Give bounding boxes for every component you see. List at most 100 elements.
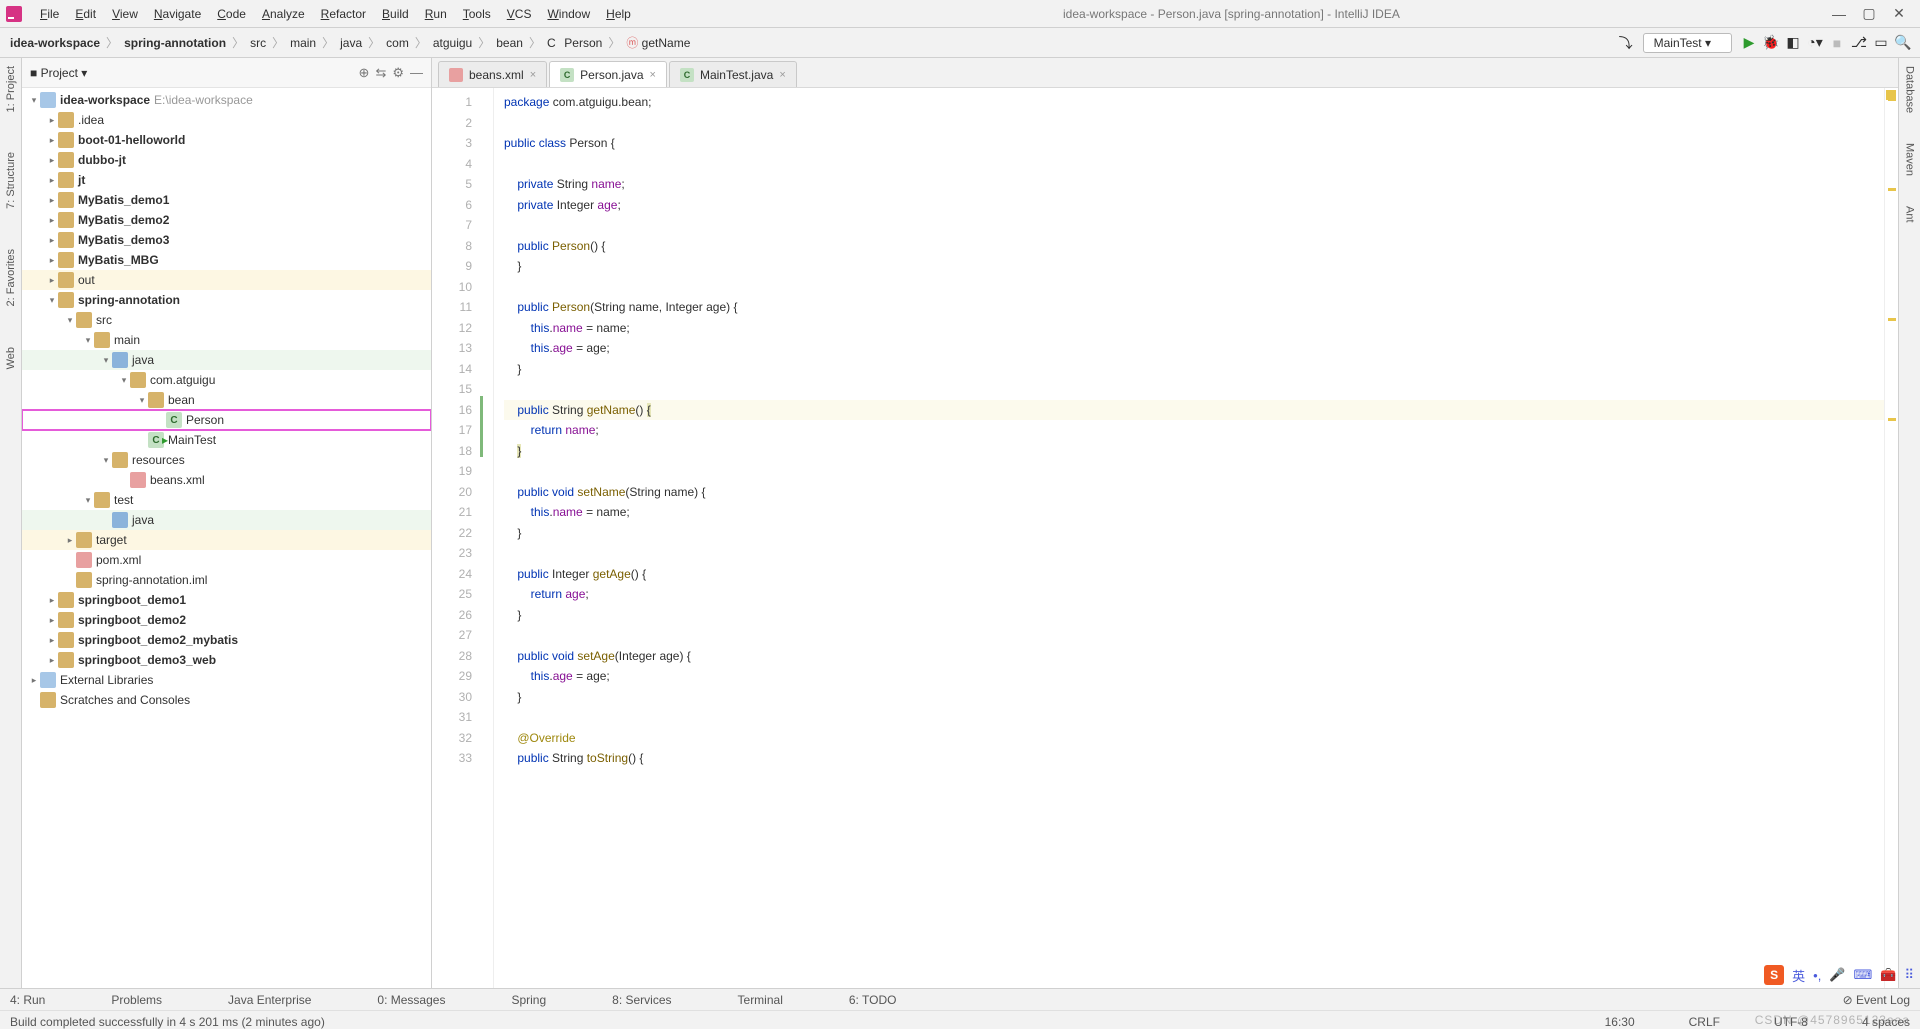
- close-icon[interactable]: ×: [779, 69, 785, 81]
- tab-beans-xml[interactable]: beans.xml×: [438, 61, 547, 87]
- breadcrumb-src[interactable]: src: [246, 36, 270, 50]
- tree-item-springboot_demo1[interactable]: ▸ springboot_demo1: [22, 590, 431, 610]
- toolwin-8services[interactable]: 8: Services: [612, 993, 671, 1007]
- coverage-button[interactable]: ◧: [1782, 34, 1804, 51]
- tree-root[interactable]: ▾ idea-workspaceE:\idea-workspace: [22, 90, 431, 110]
- tool-maven[interactable]: Maven: [1904, 143, 1916, 176]
- menu-file[interactable]: File: [32, 5, 67, 23]
- tree-item-out[interactable]: ▸ out: [22, 270, 431, 290]
- tree-item-beans-xml[interactable]: beans.xml: [22, 470, 431, 490]
- error-stripe[interactable]: [1884, 88, 1898, 988]
- ime-voice-icon[interactable]: 🎤: [1829, 967, 1845, 983]
- tool-ant[interactable]: Ant: [1904, 206, 1916, 223]
- code-editor[interactable]: 1234567891011121314151617181920212223242…: [432, 88, 1898, 988]
- tree-item-java[interactable]: java: [22, 510, 431, 530]
- project-view-selector[interactable]: ■ Project ▾: [30, 66, 87, 80]
- status-4spaces[interactable]: 4 spaces: [1862, 1015, 1910, 1029]
- menu-analyze[interactable]: Analyze: [254, 5, 313, 23]
- tool-database[interactable]: Database: [1904, 66, 1916, 113]
- ime-grid-icon[interactable]: ⠿: [1904, 967, 1914, 983]
- ime-keyboard-icon[interactable]: ⌨: [1854, 967, 1873, 983]
- toolwin-6todo[interactable]: 6: TODO: [849, 993, 897, 1007]
- close-icon[interactable]: ×: [530, 69, 536, 81]
- maximize-button[interactable]: ▢: [1854, 5, 1884, 22]
- menu-build[interactable]: Build: [374, 5, 417, 23]
- layout-icon[interactable]: ▭: [1870, 34, 1892, 51]
- menu-edit[interactable]: Edit: [67, 5, 104, 23]
- menu-vcs[interactable]: VCS: [499, 5, 540, 23]
- tree-item--idea[interactable]: ▸ .idea: [22, 110, 431, 130]
- toolwin-spring[interactable]: Spring: [511, 993, 546, 1007]
- ime-lang[interactable]: 英: [1792, 966, 1805, 985]
- tree-item-pom-xml[interactable]: pom.xml: [22, 550, 431, 570]
- tree-item-bean[interactable]: ▾ bean: [22, 390, 431, 410]
- tree-item-springboot_demo3_web[interactable]: ▸ springboot_demo3_web: [22, 650, 431, 670]
- tree-item-dubbo-jt[interactable]: ▸ dubbo-jt: [22, 150, 431, 170]
- tree-item-springboot_demo2_mybatis[interactable]: ▸ springboot_demo2_mybatis: [22, 630, 431, 650]
- tree-item-Person[interactable]: C Person: [22, 410, 431, 430]
- menu-window[interactable]: Window: [539, 5, 598, 23]
- tree-scratches[interactable]: Scratches and Consoles: [22, 690, 431, 710]
- tree-item-resources[interactable]: ▾ resources: [22, 450, 431, 470]
- toolwin-4run[interactable]: 4: Run: [10, 993, 45, 1007]
- run-button[interactable]: ▶: [1738, 34, 1760, 51]
- tab-MainTest-java[interactable]: CMainTest.java×: [669, 61, 797, 87]
- menu-view[interactable]: View: [104, 5, 146, 23]
- toolwin-0messages[interactable]: 0: Messages: [377, 993, 445, 1007]
- debug-button[interactable]: 🐞: [1760, 34, 1782, 51]
- tree-item-spring-annotation[interactable]: ▾ spring-annotation: [22, 290, 431, 310]
- breadcrumb-java[interactable]: java: [336, 36, 366, 50]
- tree-item-spring-annotation-iml[interactable]: spring-annotation.iml: [22, 570, 431, 590]
- status-UTF-8[interactable]: UTF-8: [1774, 1015, 1808, 1029]
- tree-item-MainTest[interactable]: C▸ MainTest: [22, 430, 431, 450]
- tree-item-MyBatis_MBG[interactable]: ▸ MyBatis_MBG: [22, 250, 431, 270]
- tree-item-java[interactable]: ▾ java: [22, 350, 431, 370]
- tool-2favorites[interactable]: 2: Favorites: [5, 249, 17, 306]
- breadcrumb-main[interactable]: main: [286, 36, 320, 50]
- project-tree[interactable]: ▾ idea-workspaceE:\idea-workspace ▸ .ide…: [22, 88, 431, 988]
- code-content[interactable]: package com.atguigu.bean;public class Pe…: [494, 88, 1884, 988]
- tree-item-test[interactable]: ▾ test: [22, 490, 431, 510]
- locate-icon[interactable]: ⊕: [359, 65, 370, 81]
- ime-toolbar[interactable]: S 英 •, 🎤 ⌨ 🧰 ⠿: [1764, 963, 1914, 987]
- tree-item-boot-01-helloworld[interactable]: ▸ boot-01-helloworld: [22, 130, 431, 150]
- ime-logo-icon[interactable]: S: [1764, 965, 1784, 985]
- status-1630[interactable]: 16:30: [1605, 1015, 1635, 1029]
- tree-external-libs[interactable]: ▸External Libraries: [22, 670, 431, 690]
- build-icon[interactable]: ⤵: [1615, 33, 1637, 53]
- tree-item-MyBatis_demo3[interactable]: ▸ MyBatis_demo3: [22, 230, 431, 250]
- breadcrumb-idea-workspace[interactable]: idea-workspace: [6, 36, 104, 50]
- tree-item-MyBatis_demo2[interactable]: ▸ MyBatis_demo2: [22, 210, 431, 230]
- minimize-button[interactable]: —: [1824, 6, 1854, 22]
- profile-button[interactable]: ◔▾: [1804, 34, 1826, 51]
- settings-icon[interactable]: ⚙: [392, 65, 404, 81]
- toolwin-problems[interactable]: Problems: [111, 993, 162, 1007]
- stop-button[interactable]: ■: [1826, 35, 1848, 51]
- menu-run[interactable]: Run: [417, 5, 455, 23]
- ime-toolbox-icon[interactable]: 🧰: [1880, 967, 1896, 983]
- breadcrumb-com[interactable]: com: [382, 36, 413, 50]
- menu-code[interactable]: Code: [209, 5, 254, 23]
- tree-item-MyBatis_demo1[interactable]: ▸ MyBatis_demo1: [22, 190, 431, 210]
- close-icon[interactable]: ×: [650, 69, 656, 81]
- event-log-button[interactable]: ⊘ Event Log: [1843, 993, 1910, 1007]
- tree-item-main[interactable]: ▾ main: [22, 330, 431, 350]
- hide-icon[interactable]: —: [410, 65, 423, 80]
- tree-item-com-atguigu[interactable]: ▾ com.atguigu: [22, 370, 431, 390]
- tree-item-jt[interactable]: ▸ jt: [22, 170, 431, 190]
- breadcrumb-spring-annotation[interactable]: spring-annotation: [120, 36, 230, 50]
- breadcrumb-atguigu[interactable]: atguigu: [429, 36, 476, 50]
- expand-icon[interactable]: ⇆: [375, 65, 386, 81]
- tree-item-target[interactable]: ▸ target: [22, 530, 431, 550]
- tree-item-src[interactable]: ▾ src: [22, 310, 431, 330]
- breadcrumb-Person[interactable]: C Person: [543, 36, 606, 50]
- toolwin-javaenterprise[interactable]: Java Enterprise: [228, 993, 311, 1007]
- breadcrumb-bean[interactable]: bean: [492, 36, 527, 50]
- tool-web[interactable]: Web: [5, 347, 17, 369]
- tree-item-springboot_demo2[interactable]: ▸ springboot_demo2: [22, 610, 431, 630]
- menu-tools[interactable]: Tools: [455, 5, 499, 23]
- menu-help[interactable]: Help: [598, 5, 639, 23]
- menu-navigate[interactable]: Navigate: [146, 5, 209, 23]
- tool-1project[interactable]: 1: Project: [5, 66, 17, 112]
- toolwin-terminal[interactable]: Terminal: [738, 993, 783, 1007]
